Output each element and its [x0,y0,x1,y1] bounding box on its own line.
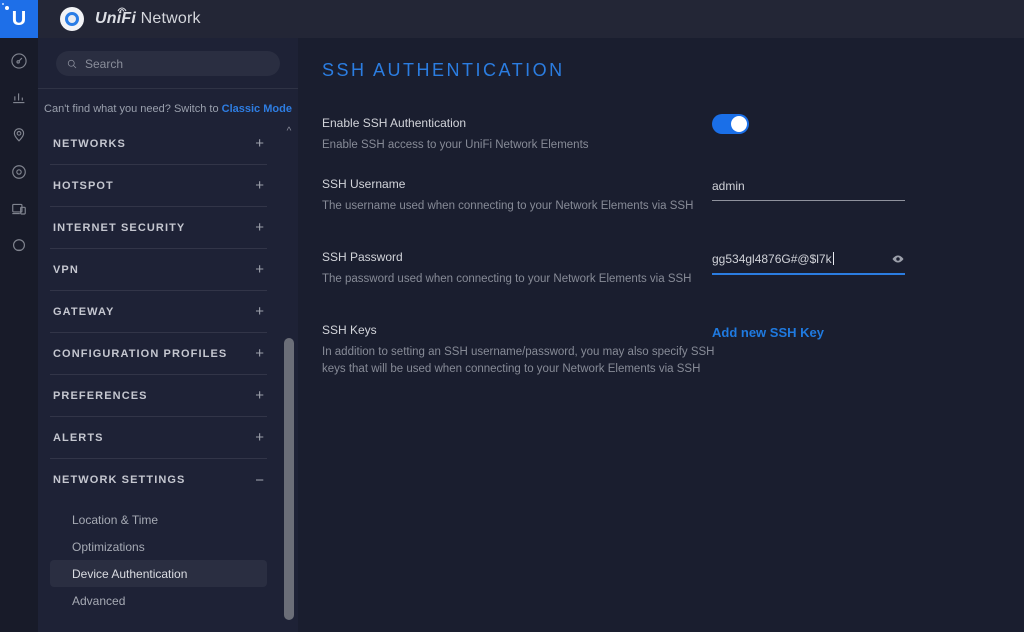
subnav-item-device-authentication[interactable]: Device Authentication [50,560,267,587]
plus-icon[interactable]: + [255,136,264,151]
statistics-icon[interactable] [9,88,29,108]
add-ssh-key-button[interactable]: Add new SSH Key [712,325,824,340]
enable-ssh-row: Enable SSH Authentication Enable SSH acc… [322,116,732,154]
ssh-password-label: SSH Password [322,250,732,264]
nav-label: HOTSPOT [53,180,114,192]
text-caret [833,252,834,265]
nav-item-configuration-profiles[interactable]: CONFIGURATION PROFILES + [50,333,267,375]
subnav-item-advanced[interactable]: Advanced [50,587,267,614]
ssh-keys-desc: In addition to setting an SSH username/p… [322,344,732,378]
classic-mode-hint: Can't find what you need? Switch to Clas… [38,89,298,123]
plus-icon[interactable]: + [255,178,264,193]
ssh-keys-row: SSH Keys In addition to setting an SSH u… [322,323,732,378]
enable-ssh-label: Enable SSH Authentication [322,116,732,130]
nav-label: PREFERENCES [53,390,148,402]
plus-icon[interactable]: + [255,304,264,319]
plus-icon[interactable]: + [255,388,264,403]
unifi-ap-icon [60,7,84,31]
nav-item-hotspot[interactable]: HOTSPOT + [50,165,267,207]
ssh-username-desc: The username used when connecting to you… [322,198,732,215]
nav-item-internet-security[interactable]: INTERNET SECURITY + [50,207,267,249]
map-icon[interactable] [9,125,29,145]
nav-label: GATEWAY [53,306,115,318]
subnav-item-optimizations[interactable]: Optimizations [50,533,267,560]
ssh-password-desc: The password used when connecting to you… [322,271,732,288]
settings-nav: NETWORKS + HOTSPOT + INTERNET SECURITY +… [38,123,298,501]
antenna-waves-icon [116,5,128,12]
ssh-password-value: gg534gl4876G#@$l7k [712,252,832,266]
ssh-username-label: SSH Username [322,177,732,191]
search-icon [66,58,78,70]
plus-icon[interactable]: + [255,220,264,235]
nav-item-network-settings[interactable]: NETWORK SETTINGS − [50,459,267,501]
nav-item-alerts[interactable]: ALERTS + [50,417,267,459]
hint-text: Can't find what you need? Switch to [44,103,222,115]
nav-label: INTERNET SECURITY [53,222,185,234]
network-settings-subnav: Location & Time Optimizations Device Aut… [38,501,298,614]
page-title: SSH AUTHENTICATION [322,60,565,81]
classic-mode-link[interactable]: Classic Mode [222,103,292,115]
main-content: SSH AUTHENTICATION Enable SSH Authentica… [298,38,1024,632]
ssh-keys-label: SSH Keys [322,323,732,337]
sidebar-scrollbar[interactable] [284,338,294,620]
dashboard-gauge-icon[interactable] [9,51,29,71]
search-area [38,38,298,89]
ubiquiti-logo[interactable]: U [0,0,38,38]
brand-primary: UniFi [95,10,136,27]
ssh-username-row: SSH Username The username used when conn… [322,177,732,215]
nav-label: NETWORK SETTINGS [53,474,186,486]
settings-sidebar: Can't find what you need? Switch to Clas… [38,38,298,632]
toggle-knob [731,116,747,132]
enable-ssh-toggle[interactable] [712,114,749,134]
ubiquiti-u-icon: U [12,9,26,29]
nav-label: CONFIGURATION PROFILES [53,348,227,360]
password-visibility-eye-icon[interactable] [891,253,905,268]
search-box[interactable] [56,51,280,76]
nav-item-preferences[interactable]: PREFERENCES + [50,375,267,417]
ssh-password-row: SSH Password The password used when conn… [322,250,732,288]
nav-label: ALERTS [53,432,104,444]
brand-secondary: Network [141,10,201,27]
ssh-username-value: admin [712,179,745,193]
app-brand: UniFi Network [60,0,201,38]
minus-icon[interactable]: − [255,473,264,488]
nav-label: NETWORKS [53,138,126,150]
top-bar: U UniFi Network [0,0,1024,38]
plus-icon[interactable]: + [255,430,264,445]
nav-item-gateway[interactable]: GATEWAY + [50,291,267,333]
app-title: UniFi Network [95,10,201,28]
plus-icon[interactable]: + [255,262,264,277]
nav-item-vpn[interactable]: VPN + [50,249,267,291]
ssh-username-input[interactable]: admin [712,179,905,201]
icon-rail [0,38,38,632]
plus-icon[interactable]: + [255,346,264,361]
devices-icon[interactable] [9,162,29,182]
nav-label: VPN [53,264,79,276]
insights-icon[interactable] [9,236,29,256]
scroll-up-arrow[interactable]: ^ [284,126,294,137]
subnav-item-location-time[interactable]: Location & Time [50,506,267,533]
clients-icon[interactable] [9,199,29,219]
enable-ssh-desc: Enable SSH access to your UniFi Network … [322,137,732,154]
ssh-password-input[interactable]: gg534gl4876G#@$l7k [712,252,905,275]
nav-item-networks[interactable]: NETWORKS + [50,123,267,165]
search-input[interactable] [85,57,270,71]
